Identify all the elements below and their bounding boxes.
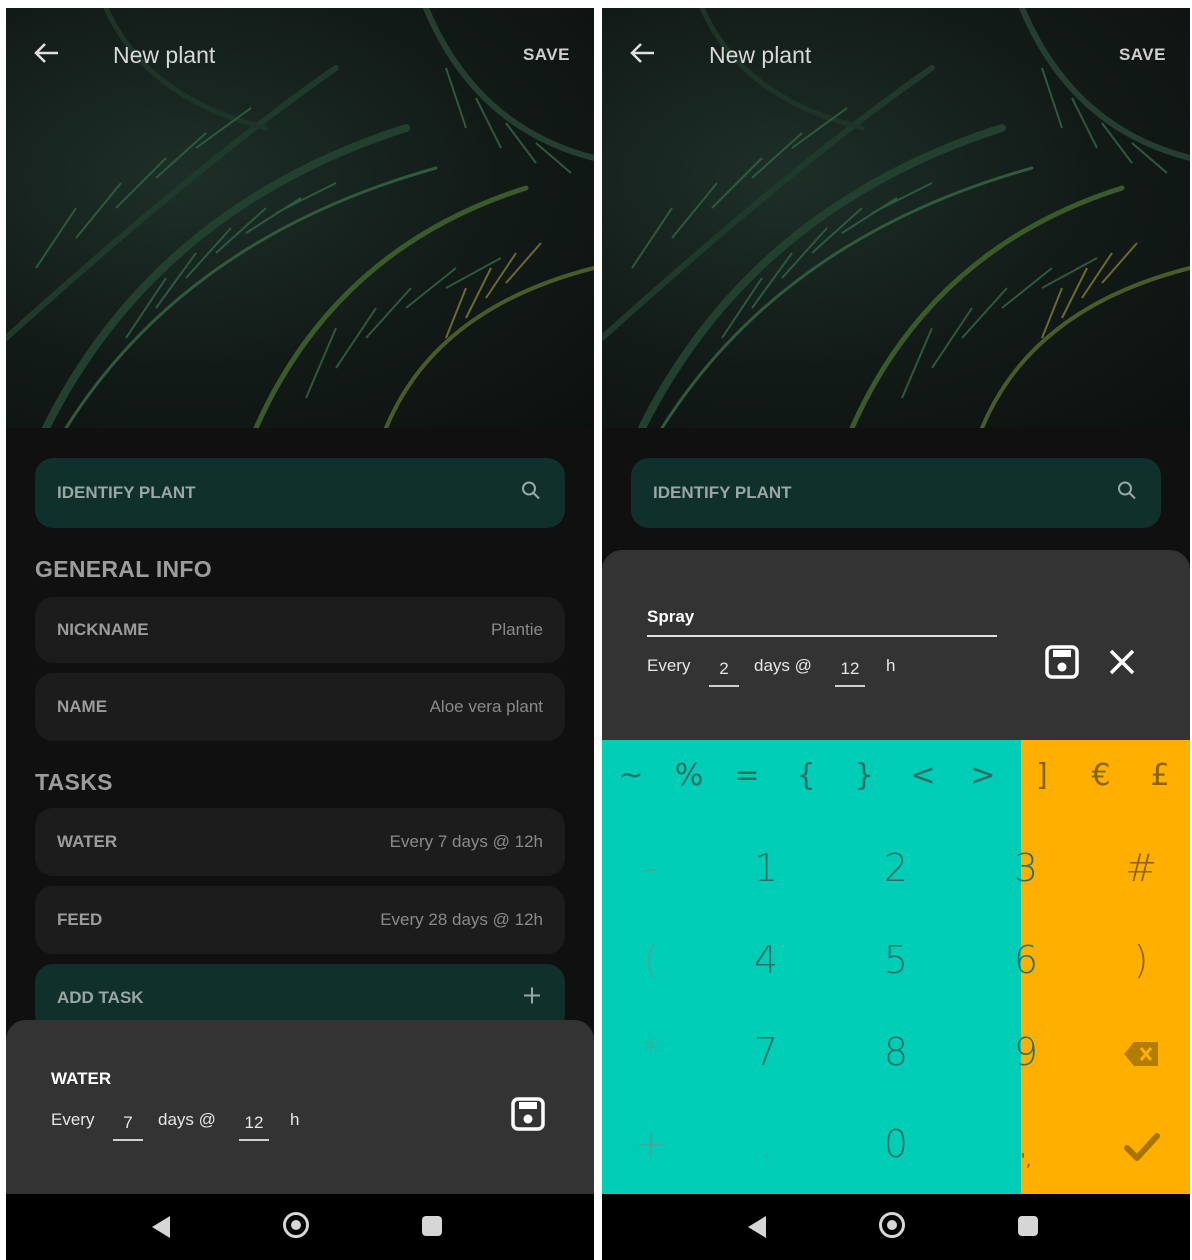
task-label: WATER xyxy=(57,832,118,851)
key-less-than[interactable]: < xyxy=(894,758,952,793)
key-hash[interactable]: # xyxy=(1112,846,1170,890)
task-edit-sheet: WATER Every 7 days @ 12 h xyxy=(6,1020,594,1194)
key-3[interactable]: 3 xyxy=(997,846,1055,890)
hour-input[interactable]: 12 xyxy=(239,1113,269,1141)
search-icon xyxy=(521,481,541,506)
plus-icon xyxy=(523,987,541,1010)
nav-home-icon[interactable] xyxy=(879,1212,905,1238)
screen-right: New plant SAVE IDENTIFY PLANT Spray Ever… xyxy=(602,8,1190,1260)
key-percent[interactable]: % xyxy=(660,758,718,793)
every-label: Every xyxy=(51,1110,95,1129)
system-nav-bar xyxy=(602,1194,1190,1260)
screen-left: New plant SAVE IDENTIFY PLANT GENERAL IN… xyxy=(6,8,594,1260)
name-field[interactable]: NAME Aloe vera plant xyxy=(35,673,565,741)
key-greater-than[interactable]: > xyxy=(954,758,1012,793)
identify-plant-label: IDENTIFY PLANT xyxy=(653,483,792,502)
add-task-label: ADD TASK xyxy=(57,988,144,1007)
key-paren-close[interactable]: ) xyxy=(1112,938,1170,982)
key-tilde[interactable]: ~ xyxy=(602,758,660,793)
key-pound[interactable]: £ xyxy=(1131,758,1189,793)
app-bar: New plant SAVE xyxy=(602,8,1190,104)
key-1[interactable]: 1 xyxy=(737,846,795,890)
key-8[interactable]: 8 xyxy=(867,1030,925,1074)
tasks-heading: TASKS xyxy=(35,769,113,795)
key-dot[interactable]: . xyxy=(737,1122,795,1166)
nav-back-icon[interactable] xyxy=(152,1216,170,1238)
key-brace-close[interactable]: } xyxy=(835,758,893,793)
key-asterisk[interactable]: * xyxy=(622,1030,680,1074)
back-arrow-icon[interactable] xyxy=(32,38,62,68)
task-name-underline xyxy=(647,635,997,637)
task-schedule: Every 28 days @ 12h xyxy=(380,910,543,929)
days-input[interactable]: 2 xyxy=(709,659,739,687)
page-title: New plant xyxy=(113,42,216,68)
save-button[interactable]: SAVE xyxy=(1119,45,1166,65)
task-schedule: Every 7 days @ 12h xyxy=(389,832,543,851)
numeric-keyboard: ~ % = { } < > ] € £ - 1 2 3 # ( 4 5 6 ) … xyxy=(602,740,1190,1194)
save-button[interactable]: SAVE xyxy=(523,45,570,65)
hour-unit-label: h xyxy=(886,656,896,675)
nav-home-icon[interactable] xyxy=(283,1212,309,1238)
key-5[interactable]: 5 xyxy=(867,938,925,982)
nav-recents-icon[interactable] xyxy=(422,1216,442,1236)
app-bar: New plant SAVE xyxy=(6,8,594,104)
identify-plant-button[interactable]: IDENTIFY PLANT xyxy=(35,458,565,528)
task-edit-sheet: Spray Every 2 days @ 12 h xyxy=(602,550,1190,750)
key-9[interactable]: 9 xyxy=(997,1030,1055,1074)
key-bracket-close[interactable]: ] xyxy=(1013,758,1071,793)
key-6[interactable]: 6 xyxy=(997,938,1055,982)
task-name-input[interactable]: Spray xyxy=(647,607,694,627)
identify-plant-label: IDENTIFY PLANT xyxy=(57,483,196,502)
page-title: New plant xyxy=(709,42,812,68)
days-at-label: days @ xyxy=(158,1110,216,1129)
system-nav-bar xyxy=(6,1194,594,1260)
name-label: NAME xyxy=(57,697,108,716)
save-icon[interactable] xyxy=(510,1096,546,1137)
task-water[interactable]: WATER Every 7 days @ 12h xyxy=(35,808,565,876)
days-input[interactable]: 7 xyxy=(113,1113,143,1141)
backspace-icon[interactable] xyxy=(1122,1040,1160,1073)
days-at-label: days @ xyxy=(754,656,812,675)
key-equals[interactable]: = xyxy=(718,758,776,793)
hour-unit-label: h xyxy=(290,1110,300,1129)
task-label: FEED xyxy=(57,910,103,929)
close-icon[interactable] xyxy=(1107,647,1137,682)
search-icon xyxy=(1117,481,1137,506)
key-minus[interactable]: - xyxy=(622,846,680,890)
key-2[interactable]: 2 xyxy=(867,846,925,890)
save-icon[interactable] xyxy=(1044,644,1080,685)
key-brace-open[interactable]: { xyxy=(777,758,835,793)
nickname-label: NICKNAME xyxy=(57,620,149,639)
key-euro[interactable]: € xyxy=(1072,758,1130,793)
back-arrow-icon[interactable] xyxy=(628,38,658,68)
hour-input[interactable]: 12 xyxy=(835,659,865,687)
name-value: Aloe vera plant xyxy=(429,697,543,716)
key-comma[interactable]: ', xyxy=(997,1150,1055,1171)
nickname-field[interactable]: NICKNAME Plantie xyxy=(35,597,565,663)
nav-recents-icon[interactable] xyxy=(1018,1216,1038,1236)
key-paren-open[interactable]: ( xyxy=(622,938,680,982)
task-feed[interactable]: FEED Every 28 days @ 12h xyxy=(35,886,565,954)
key-plus[interactable]: + xyxy=(622,1122,680,1166)
key-4[interactable]: 4 xyxy=(737,938,795,982)
check-icon[interactable] xyxy=(1124,1132,1160,1167)
every-label: Every xyxy=(647,656,691,675)
key-0[interactable]: 0 xyxy=(867,1122,925,1166)
key-7[interactable]: 7 xyxy=(737,1030,795,1074)
task-name[interactable]: WATER xyxy=(51,1069,111,1089)
nav-back-icon[interactable] xyxy=(748,1216,766,1238)
identify-plant-button[interactable]: IDENTIFY PLANT xyxy=(631,458,1161,528)
nickname-value: Plantie xyxy=(491,620,543,639)
general-info-heading: GENERAL INFO xyxy=(35,556,212,582)
